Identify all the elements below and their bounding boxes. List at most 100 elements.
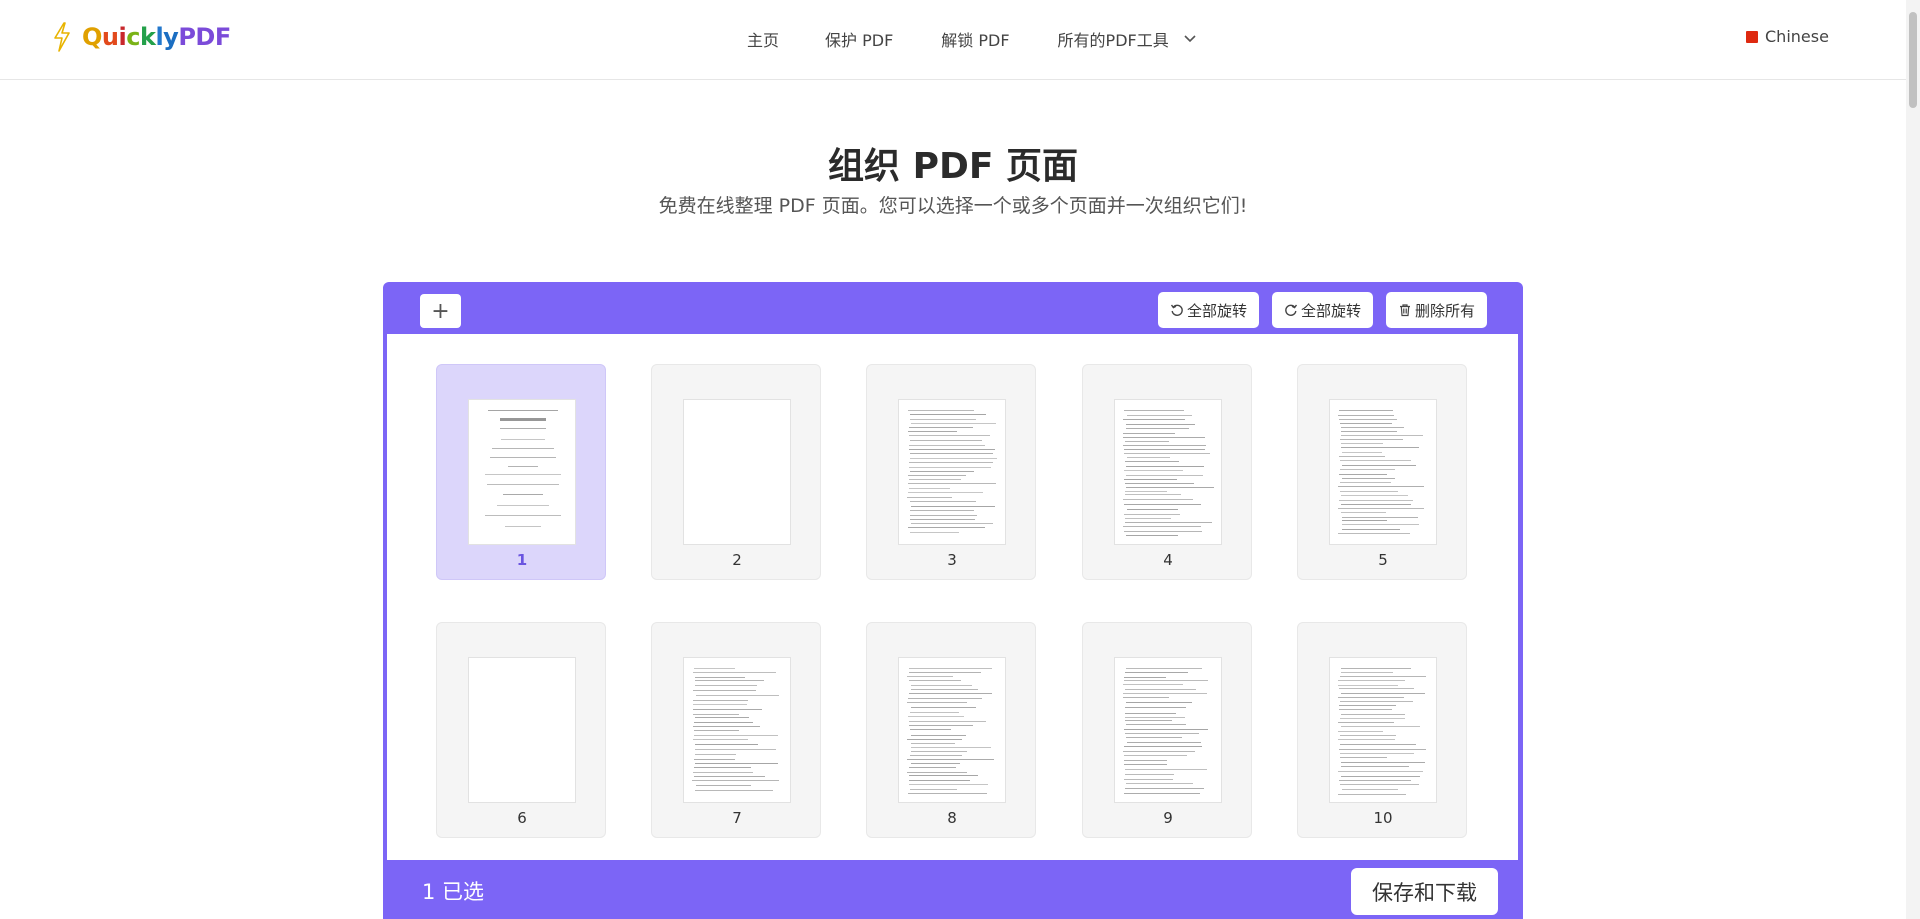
organizer-panel: + 全部旋转 全部旋转 删除所有 1 2 3 4 5 6 7 8 9 10 1 已选 保存和下载 (383, 282, 1523, 919)
thumbnail-text-line (1339, 418, 1397, 420)
thumbnail-text-line (1124, 518, 1171, 520)
scrollbar-thumb[interactable] (1909, 12, 1917, 108)
thumbnail-text-line (694, 789, 774, 791)
thumbnail-text-line (908, 448, 995, 450)
page-card[interactable]: 2 (651, 364, 821, 580)
logo-text: QuicklyPDF (82, 23, 231, 51)
thumbnail-text-line (1341, 520, 1387, 522)
thumbnail-text-line (1340, 482, 1392, 484)
thumbnail-text-line (695, 685, 758, 687)
thumbnail-text-line (1124, 483, 1194, 485)
thumbnail-text-line (1338, 770, 1424, 772)
selected-count: 1 已选 (422, 880, 485, 904)
page-thumbnail (683, 399, 791, 545)
page-number: 3 (947, 551, 957, 569)
delete-all-button[interactable]: 删除所有 (1386, 292, 1488, 328)
thumbnail-text-line (1338, 696, 1404, 698)
save-download-button[interactable]: 保存和下载 (1351, 868, 1498, 915)
nav-all-tools[interactable]: 所有的PDF工具 (1058, 27, 1197, 51)
page-card[interactable]: 7 (651, 622, 821, 838)
thumbnail-text-line (1126, 487, 1214, 489)
page-title: 组织 PDF 页面 (828, 146, 1078, 187)
thumbnail-text-line (1338, 730, 1383, 732)
thumbnail-text-line (1124, 763, 1167, 765)
thumbnail-text-line (909, 440, 982, 442)
thumbnail-text-line (693, 721, 754, 723)
thumbnail-text-line (693, 739, 748, 741)
thumbnail-text-line (694, 758, 735, 760)
thumbnail-text-line (500, 438, 546, 440)
thumbnail-text-line (1125, 465, 1204, 467)
thumbnail-text-line (1124, 452, 1211, 454)
thumbnail-text-line (1123, 448, 1206, 450)
thumbnail-text-line (1339, 780, 1412, 782)
thumbnail-text-line (692, 713, 739, 715)
lightning-bolt-icon (54, 22, 70, 52)
page-card[interactable]: 9 (1082, 622, 1252, 838)
thumbnail-text-line (1338, 680, 1406, 682)
thumbnail-text-line (1124, 712, 1176, 714)
thumbnail-text-line (910, 734, 967, 736)
thumbnail-text-line (1338, 486, 1424, 488)
thumbnail-text-line (1124, 716, 1185, 718)
thumbnail-text-line (1340, 692, 1426, 694)
thumbnail-text-line (1124, 680, 1208, 682)
thumbnail-text-line (1340, 734, 1397, 736)
add-file-button[interactable]: + (420, 294, 461, 328)
language-selector[interactable]: Chinese (1746, 27, 1829, 46)
rotate-all-left-button[interactable]: 全部旋转 (1158, 292, 1260, 328)
thumbnail-text-line (910, 506, 995, 508)
thumbnail-text-line (694, 749, 777, 751)
thumbnail-text-line (910, 729, 952, 731)
nav-unlock-pdf[interactable]: 解锁 PDF (941, 27, 1009, 51)
thumbnail-text-line (910, 510, 975, 512)
thumbnail-text-line (1123, 470, 1184, 472)
thumbnail-text-line (908, 720, 987, 722)
thumbnail-text-line (910, 750, 967, 752)
site-header: QuicklyPDF 主页 保护 PDF 解锁 PDF 所有的PDF工具 Chi… (0, 0, 1906, 80)
thumbnail-text-line (1126, 414, 1193, 416)
page-scrollbar[interactable] (1906, 0, 1920, 919)
thumbnail-text-line (1126, 702, 1193, 704)
thumbnail-text-line (694, 775, 766, 777)
thumbnail-text-line (907, 496, 953, 498)
page-card[interactable]: 3 (866, 364, 1036, 580)
page-card[interactable]: 4 (1082, 364, 1252, 580)
thumbnail-text-line (1338, 455, 1386, 457)
thumbnail-text-line (489, 456, 557, 458)
thumbnail-text-line (1124, 732, 1200, 734)
thumbnail-text-line (504, 525, 542, 527)
page-card[interactable]: 5 (1297, 364, 1467, 580)
thumbnail-text-line (909, 427, 974, 429)
nav-home[interactable]: 主页 (747, 27, 779, 51)
thumbnail-text-line (1125, 461, 1179, 463)
thumbnail-text-line (1123, 444, 1207, 446)
thumbnail-text-line (909, 725, 973, 727)
thumbnail-text-line (1340, 775, 1420, 777)
thumbnail-text-line (1339, 784, 1419, 786)
thumbnail-text-line (695, 717, 749, 719)
thumbnail-text-line (695, 695, 779, 697)
thumbnail-text-line (1126, 736, 1182, 738)
thumbnail-text-line (1339, 438, 1404, 440)
thumbnail-text-line (692, 690, 756, 692)
page-card[interactable]: 10 (1297, 622, 1467, 838)
page-card[interactable]: 8 (866, 622, 1036, 838)
logo[interactable]: QuicklyPDF (52, 22, 231, 52)
rotate-all-right-button[interactable]: 全部旋转 (1272, 292, 1374, 328)
page-card[interactable]: 6 (436, 622, 606, 838)
china-flag-icon (1746, 30, 1758, 43)
thumbnail-text-line (907, 792, 987, 794)
nav-protect-pdf[interactable]: 保护 PDF (825, 27, 893, 51)
thumbnail-text-line (1125, 441, 1169, 443)
thumbnail-text-line (1341, 516, 1418, 518)
page-thumbnail (1329, 399, 1437, 545)
thumbnail-text-line (1124, 490, 1167, 492)
thumbnail-text-line (1339, 744, 1417, 746)
thumbnail-text-line (910, 523, 993, 525)
page-card[interactable]: 1 (436, 364, 606, 580)
thumbnail-text-line (910, 711, 959, 713)
thumbnail-text-line (1339, 718, 1406, 719)
thumbnail-text-line (1340, 469, 1396, 471)
thumbnail-text-line (1338, 508, 1425, 510)
